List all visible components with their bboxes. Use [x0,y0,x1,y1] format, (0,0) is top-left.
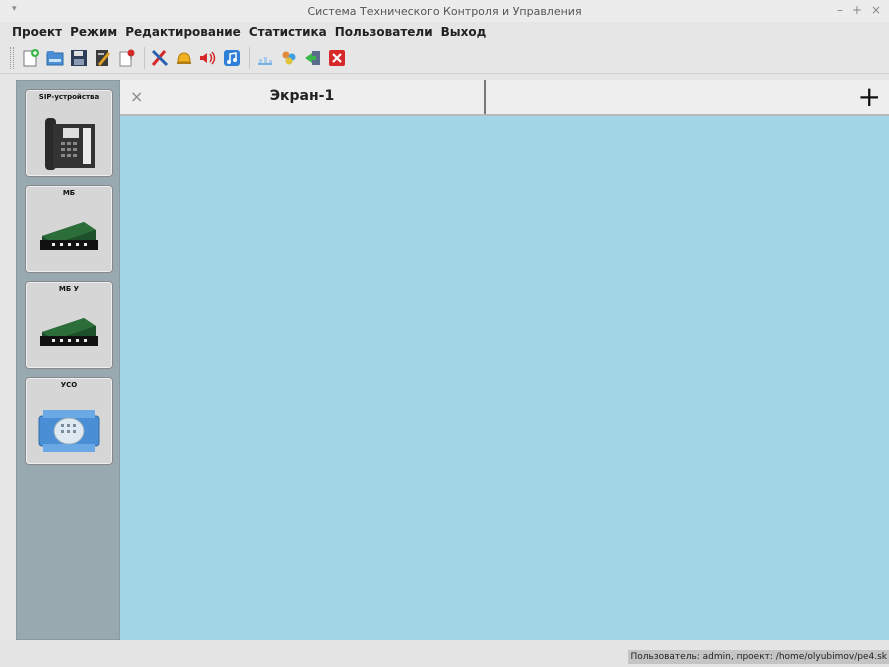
window-controls: – + × [837,3,881,17]
toolbar-grip[interactable] [10,46,14,69]
status-text: Пользователь: admin, проект: /home/olyub… [628,650,889,664]
users-icon[interactable] [278,47,300,69]
minimize-button[interactable]: – [837,3,843,17]
window-menu-icon[interactable]: ▾ [12,4,17,14]
tools-icon[interactable] [149,47,171,69]
close-red-icon[interactable] [326,47,348,69]
chart-icon[interactable] [254,47,276,69]
app-window: ▾ Система Технического Контроля и Управл… [0,0,889,667]
tab-bar: × Экран-1 + [120,80,889,116]
io-module-icon [38,410,100,452]
device-sip[interactable]: SIP-устройства [25,89,113,177]
open-folder-icon[interactable] [44,47,66,69]
title-bar: ▾ Система Технического Контроля и Управл… [0,0,889,22]
device-label: МБ У [58,285,80,293]
toolbar-separator [249,46,250,69]
add-tab-icon[interactable]: + [858,80,881,114]
device-uso[interactable]: УСО [25,377,113,465]
new-file-icon[interactable] [20,47,42,69]
device-palette: SIP-устройства МБ МБ У УСО [16,80,120,640]
menu-users[interactable]: Пользователи [335,25,433,39]
status-bar: Пользователь: admin, проект: /home/olyub… [0,640,889,667]
save-icon[interactable] [68,47,90,69]
desk-phone-icon [45,118,95,170]
menu-mode[interactable]: Режим [70,25,117,39]
rack-module-icon [40,222,98,250]
edit-doc-icon[interactable] [92,47,114,69]
device-label: УСО [60,381,78,389]
music-icon[interactable] [221,47,243,69]
toolbar [0,42,889,74]
menu-project[interactable]: Проект [12,25,62,39]
menu-exit[interactable]: Выход [441,25,487,39]
sound-icon[interactable] [197,47,219,69]
toolbar-separator [144,46,145,69]
close-window-button[interactable]: × [871,3,881,17]
menu-edit[interactable]: Редактирование [125,25,241,39]
tab-screen-1[interactable]: × Экран-1 [120,80,486,114]
device-mb-u[interactable]: МБ У [25,281,113,369]
window-title: Система Технического Контроля и Управлен… [307,4,582,18]
rack-module-icon [40,318,98,346]
menu-bar: Проект Режим Редактирование Статистика П… [0,22,889,42]
device-label: SIP-устройства [38,93,100,101]
maximize-button[interactable]: + [852,3,862,17]
pin-doc-icon[interactable] [116,47,138,69]
import-icon[interactable] [302,47,324,69]
tab-label: Экран-1 [269,88,335,104]
bell-icon[interactable] [173,47,195,69]
menu-statistics[interactable]: Статистика [249,25,327,39]
device-mb[interactable]: МБ [25,185,113,273]
device-label: МБ [62,189,76,197]
screen-canvas[interactable] [120,116,889,640]
